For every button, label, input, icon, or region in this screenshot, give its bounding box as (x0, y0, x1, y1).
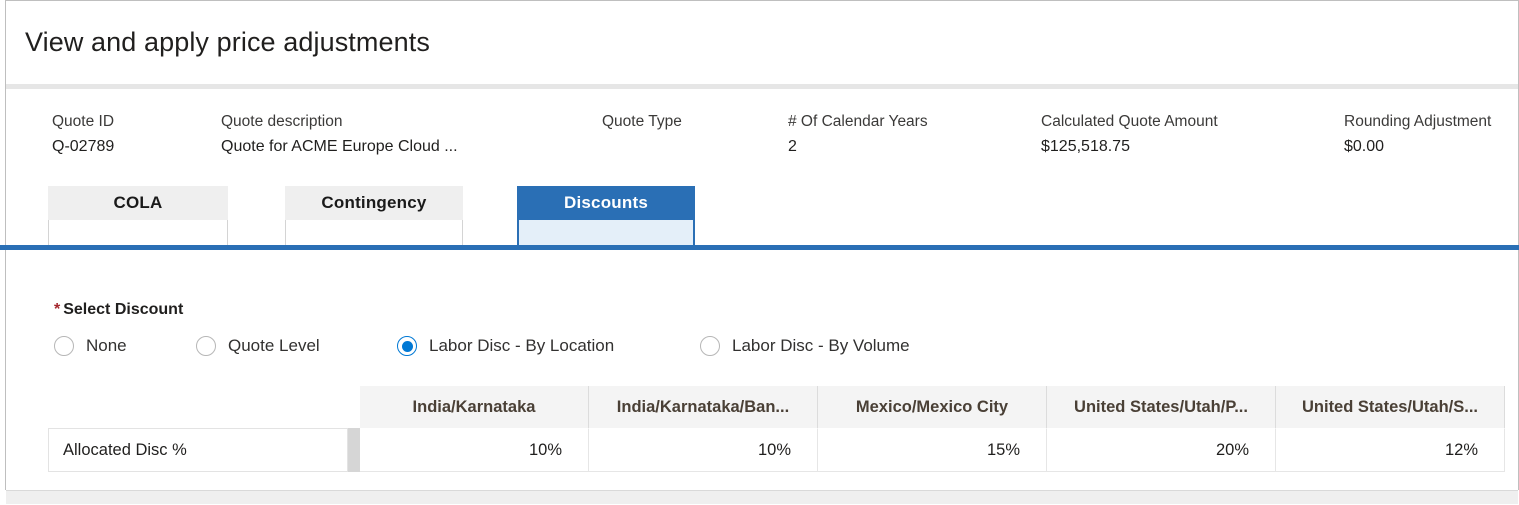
table-cell[interactable]: 15% (818, 428, 1047, 472)
select-discount-label: * Select Discount (54, 301, 183, 319)
grid-gutter-head (348, 386, 360, 428)
table-cell[interactable]: 12% (1276, 428, 1505, 472)
radio-option-labor-disc-by-location[interactable]: Labor Disc - By Location (397, 330, 614, 362)
summary-field-label: Quote description (221, 113, 343, 130)
radio-option-labor-disc-by-volume[interactable]: Labor Disc - By Volume (700, 330, 910, 362)
tab-label: Discounts (517, 186, 695, 220)
tab-strip: COLA Contingency Discounts (6, 186, 1518, 248)
radio-option-quote-level[interactable]: Quote Level (196, 330, 320, 362)
allocated-discount-grid: Allocated Disc % India/Karnataka India/Ka… (48, 386, 1505, 476)
summary-field-1: Quote description Quote for ACME Europe C… (221, 112, 458, 159)
summary-field-label: Rounding Adjustment (1344, 113, 1492, 130)
grid-corner-spacer (48, 386, 348, 428)
tab-cola[interactable]: COLA (48, 186, 228, 246)
summary-field-4: Calculated Quote Amount $125,518.75 (1041, 112, 1218, 159)
summary-field-0: Quote ID Q-02789 (52, 112, 114, 159)
column-header[interactable]: Mexico/Mexico City (818, 386, 1047, 428)
summary-field-label: Calculated Quote Amount (1041, 113, 1218, 130)
summary-field-value: Quote for ACME Europe Cloud ... (221, 138, 458, 155)
radio-button-icon[interactable] (196, 336, 216, 356)
select-discount-label-text: Select Discount (63, 301, 184, 318)
column-header[interactable]: India/Karnataka/Ban... (589, 386, 818, 428)
price-adjustments-page: View and apply price adjustments Quote I… (0, 0, 1519, 505)
summary-field-2: Quote Type (602, 112, 682, 135)
tab-discounts[interactable]: Discounts (517, 186, 695, 246)
summary-field-5: Rounding Adjustment $0.00 (1344, 112, 1491, 159)
radio-option-label: Labor Disc - By Location (429, 336, 615, 355)
summary-field-value: $125,518.75 (1041, 138, 1130, 155)
summary-field-value: Q-02789 (52, 138, 115, 155)
grid-row-header-column: Allocated Disc % (48, 386, 348, 472)
grid-gutter (348, 386, 360, 472)
required-indicator: * (54, 301, 61, 318)
tab-label: Contingency (285, 186, 463, 220)
tab-body (48, 220, 228, 246)
tab-body (285, 220, 463, 246)
footer-band (6, 490, 1518, 504)
page-title: View and apply price adjustments (25, 27, 430, 57)
table-cell[interactable]: 10% (589, 428, 818, 472)
column-header[interactable]: United States/Utah/S... (1276, 386, 1505, 428)
grid-row-label: Allocated Disc % (48, 428, 348, 472)
radio-button-icon[interactable] (700, 336, 720, 356)
grid-frozen-divider (348, 428, 360, 472)
grid-scroll-area[interactable]: India/Karnataka India/Karnataka/Ban... Mex… (360, 386, 1505, 472)
table-cell[interactable]: 10% (360, 428, 589, 472)
tab-active-underline (0, 245, 1519, 250)
radio-option-label: None (86, 336, 127, 355)
radio-option-label: Labor Disc - By Volume (732, 336, 910, 355)
quote-summary-strip: Quote ID Q-02789 Quote description Quote fo… (6, 89, 1518, 167)
column-header[interactable]: India/Karnataka (360, 386, 589, 428)
radio-option-none[interactable]: None (54, 330, 127, 362)
column-header[interactable]: United States/Utah/P... (1047, 386, 1276, 428)
radio-button-icon[interactable] (397, 336, 417, 356)
tab-body (517, 220, 695, 246)
tab-label: COLA (48, 186, 228, 220)
summary-field-label: # Of Calendar Years (788, 113, 928, 130)
table-cell[interactable]: 20% (1047, 428, 1276, 472)
summary-field-label: Quote Type (602, 113, 682, 130)
summary-field-value: 2 (788, 138, 797, 155)
tab-contingency[interactable]: Contingency (285, 186, 463, 246)
summary-field-label: Quote ID (52, 113, 115, 130)
summary-field-value: $0.00 (1344, 138, 1385, 155)
table-row: 10% 10% 15% 20% 12% (360, 428, 1505, 472)
radio-button-icon[interactable] (54, 336, 74, 356)
summary-field-3: # Of Calendar Years 2 (788, 112, 928, 159)
grid-header-row: India/Karnataka India/Karnataka/Ban... Mex… (360, 386, 1505, 428)
radio-option-label: Quote Level (228, 336, 320, 355)
title-bar: View and apply price adjustments (6, 1, 1518, 84)
